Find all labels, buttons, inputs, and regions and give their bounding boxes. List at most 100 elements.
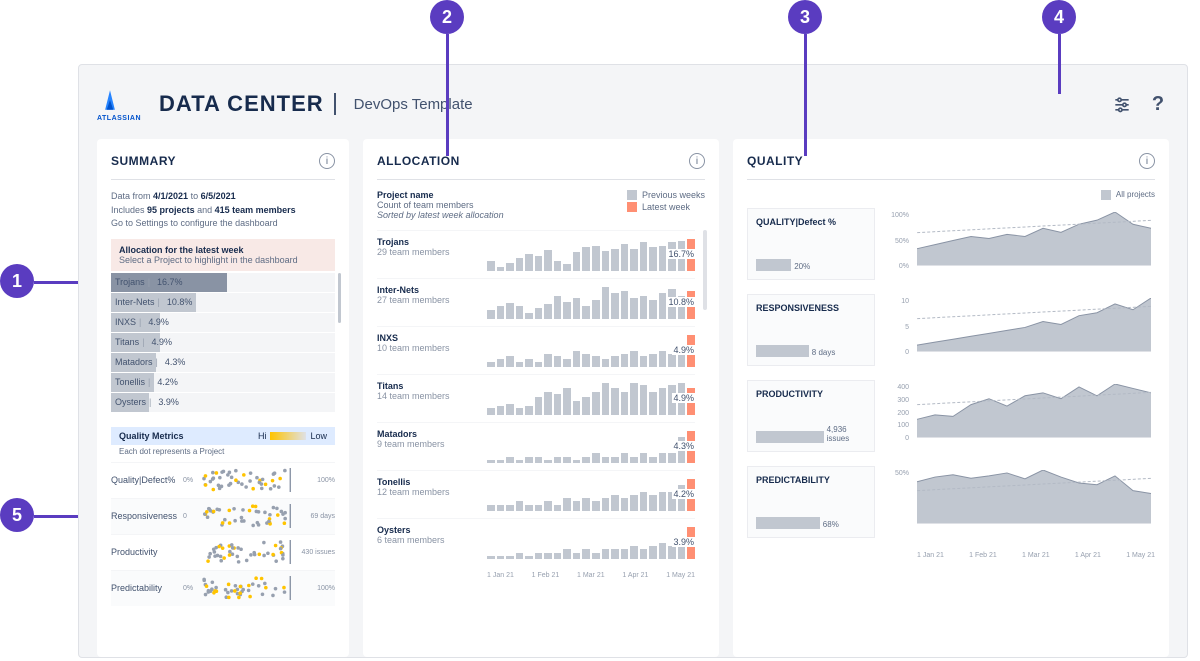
info-icon[interactable]: i xyxy=(319,153,335,169)
allocation-title: ALLOCATION xyxy=(377,154,460,168)
alloc-bar-chart: 4.9% xyxy=(487,333,695,367)
quality-panel: QUALITY i All projects QUALITY|Defect % … xyxy=(733,139,1169,657)
xaxis-tick: 1 Mar 21 xyxy=(1022,552,1050,559)
project-pct: 3.9% xyxy=(158,397,179,407)
date-from: 4/1/2021 xyxy=(153,191,188,201)
alloc-bar-chart: 3.9% xyxy=(487,525,695,559)
project-row[interactable]: Inter-Nets | 10.8% xyxy=(111,293,335,313)
quality-row: QUALITY|Defect % 20% 100%50%0% xyxy=(747,208,1155,280)
xaxis-tick: 1 May 21 xyxy=(1126,552,1155,559)
quality-trend-chart: 1050 xyxy=(889,294,1155,366)
quality-trend-chart: 50% xyxy=(889,466,1155,538)
page-subtitle: DevOps Template xyxy=(354,96,473,113)
annotation-1-line xyxy=(34,281,78,284)
project-row[interactable]: Oysters | 3.9% xyxy=(111,393,335,413)
legend-swatch-latest xyxy=(627,202,637,212)
quality-xaxis: 1 Jan 211 Feb 211 Mar 211 Apr 211 May 21 xyxy=(747,552,1155,559)
allocation-row: Oysters6 team members 3.9% xyxy=(377,518,695,566)
annotation-4-line xyxy=(1058,34,1061,94)
project-row[interactable]: INXS | 4.9% xyxy=(111,313,335,333)
alloc-pct: 4.3% xyxy=(672,441,695,451)
project-row[interactable]: Trojans | 16.7% xyxy=(111,273,335,293)
annotation-2-line xyxy=(446,34,449,156)
summary-panel: SUMMARY i Data from 4/1/2021 to 6/5/2021… xyxy=(97,139,349,657)
qm-row: Quality|Defect% 0% 100% xyxy=(111,462,335,498)
info-icon[interactable]: i xyxy=(689,153,705,169)
qm-row: Productivity 430 issues xyxy=(111,534,335,570)
quality-title: QUALITY xyxy=(747,154,803,168)
annotation-5-line xyxy=(34,515,78,518)
gradient-legend xyxy=(270,432,306,440)
allocation-hint-box: Allocation for the latest week Select a … xyxy=(111,239,335,271)
project-pct: 10.8% xyxy=(167,297,193,307)
config-line: Go to Settings to configure the dashboar… xyxy=(111,218,278,228)
xaxis-tick: 1 Apr 21 xyxy=(622,572,648,579)
alloc-project-members: 9 team members xyxy=(377,439,487,449)
allocation-row: INXS10 team members 4.9% xyxy=(377,326,695,374)
summary-title: SUMMARY xyxy=(111,154,176,168)
alloc-bar-chart: 4.9% xyxy=(487,381,695,415)
atlassian-logo: ATLASSIAN xyxy=(97,87,141,122)
info-icon[interactable]: i xyxy=(1139,153,1155,169)
atlassian-logo-icon xyxy=(97,87,123,113)
allocation-panel: ALLOCATION i Project name Count of team … xyxy=(363,139,719,657)
allocation-row: Trojans29 team members 16.7% xyxy=(377,230,695,278)
project-row[interactable]: Matadors | 4.3% xyxy=(111,353,335,373)
help-icon[interactable]: ? xyxy=(1147,93,1169,115)
project-row[interactable]: Tonellis | 4.2% xyxy=(111,373,335,393)
quality-row: PRODUCTIVITY 4,936 issues 4003002001000 xyxy=(747,380,1155,452)
allocation-rows: Trojans29 team members 16.7%Inter-Nets27… xyxy=(377,230,705,566)
data-from-label: Data from xyxy=(111,191,151,201)
project-name: Matadors xyxy=(115,357,153,367)
qm-row: Predictability 0% 100% xyxy=(111,570,335,606)
alloc-project-name: Inter-Nets xyxy=(377,285,487,295)
qm-label: Productivity xyxy=(111,547,183,557)
alloc-project-name: Tonellis xyxy=(377,477,487,487)
allocation-row: Inter-Nets27 team members 10.8% xyxy=(377,278,695,326)
project-pct: 4.9% xyxy=(152,337,173,347)
quality-card-bar xyxy=(756,517,820,529)
annotation-3: 3 xyxy=(788,0,822,34)
project-pct: 4.9% xyxy=(148,317,169,327)
project-name: Inter-Nets xyxy=(115,297,155,307)
project-name: Tonellis xyxy=(115,377,145,387)
projects-count: 95 projects xyxy=(147,205,195,215)
xaxis-tick: 1 Mar 21 xyxy=(577,572,605,579)
annotation-4: 4 xyxy=(1042,0,1076,34)
quality-card: QUALITY|Defect % 20% xyxy=(747,208,875,280)
includes-label: Includes xyxy=(111,205,145,215)
alloc-project-name: Oysters xyxy=(377,525,487,535)
project-name: INXS xyxy=(115,317,136,327)
annotation-5: 5 xyxy=(0,498,34,532)
quality-card-title: PREDICTABILITY xyxy=(756,475,866,485)
quality-card-bar xyxy=(756,431,824,443)
settings-icon[interactable] xyxy=(1111,93,1133,115)
and-label: and xyxy=(197,205,212,215)
xaxis-tick: 1 Jan 21 xyxy=(487,572,514,579)
app-frame: ATLASSIAN DATA CENTER DevOps Template ? … xyxy=(78,64,1188,658)
alloc-project-name: Titans xyxy=(377,381,487,391)
quality-metrics-box: Quality Metrics Hi Low Each dot represen… xyxy=(111,427,335,606)
alloc-pct: 4.9% xyxy=(672,345,695,355)
alloc-pct: 16.7% xyxy=(667,249,695,259)
scrollbar[interactable] xyxy=(338,273,341,323)
to-label: to xyxy=(191,191,199,201)
project-pct: 16.7% xyxy=(157,277,183,287)
quality-card-value: 68% xyxy=(820,520,839,529)
alloc-pct: 3.9% xyxy=(672,537,695,547)
alloc-col-title: Project name xyxy=(377,190,507,200)
quality-trend-chart: 4003002001000 xyxy=(889,380,1155,452)
scrollbar[interactable] xyxy=(703,230,707,310)
qm-low-label: Low xyxy=(310,431,327,441)
title-divider xyxy=(334,93,336,115)
project-name: Trojans xyxy=(115,277,145,287)
project-name: Oysters xyxy=(115,397,146,407)
quality-card: PREDICTABILITY 68% xyxy=(747,466,875,538)
project-row[interactable]: Titans | 4.9% xyxy=(111,333,335,353)
alloc-project-members: 6 team members xyxy=(377,535,487,545)
alloc-bar-chart: 16.7% xyxy=(487,237,695,271)
alloc-bar-chart: 4.3% xyxy=(487,429,695,463)
qm-row: Responsiveness 0 69 days xyxy=(111,498,335,534)
allocation-row: Titans14 team members 4.9% xyxy=(377,374,695,422)
xaxis-tick: 1 Apr 21 xyxy=(1075,552,1101,559)
